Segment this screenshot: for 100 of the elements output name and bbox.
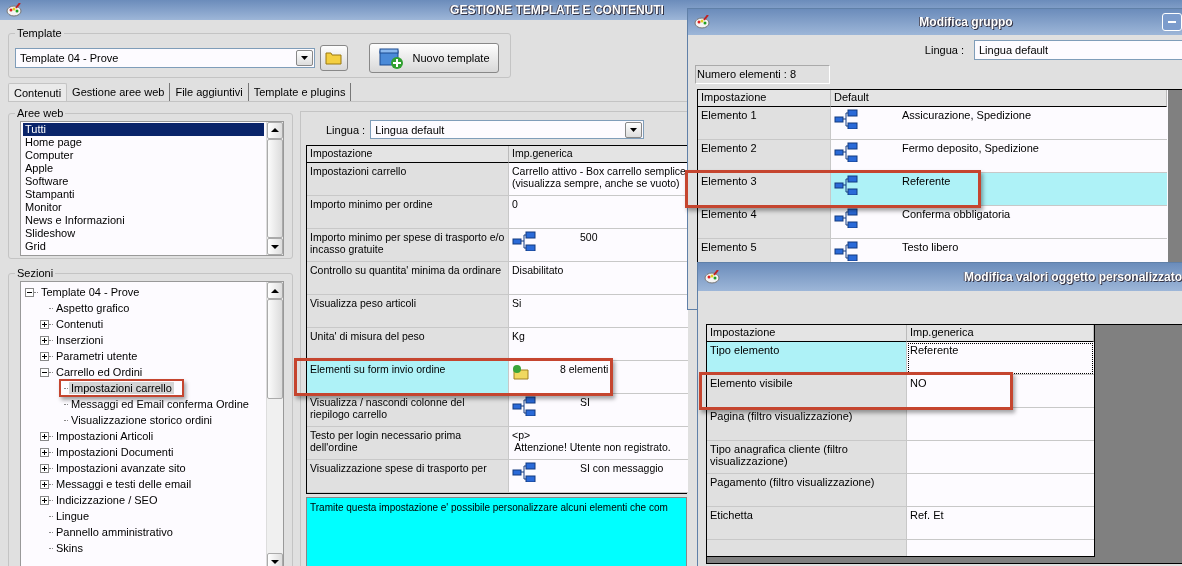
table-cell: 500: [509, 229, 688, 262]
language-dropdown[interactable]: Lingua default: [974, 40, 1182, 60]
hierarchy-icon: [834, 142, 858, 162]
table-cell: Conferma obbligatoria: [831, 206, 1167, 239]
list-item[interactable]: News e Informazioni: [23, 214, 264, 227]
tree-item[interactable]: Contenuti: [54, 318, 106, 330]
tab[interactable]: Gestione aree web: [67, 83, 171, 101]
plus-box-icon[interactable]: [40, 495, 49, 505]
tree-item[interactable]: Lingue: [54, 510, 92, 522]
list-item[interactable]: Apple: [23, 162, 264, 175]
tab[interactable]: File aggiuntivi: [170, 83, 249, 101]
tree-item[interactable]: Impostazioni carrello: [69, 382, 174, 394]
web-area-list[interactable]: Tutti Home page Computer Apple Software Stampanti Monitor News e Informazioni Slideshow Grid: [20, 121, 284, 256]
tree-item[interactable]: Inserzioni: [54, 334, 106, 346]
group-label: Sezioni: [16, 267, 55, 279]
template-dropdown[interactable]: Template 04 - Prove: [15, 48, 315, 68]
plus-box-icon[interactable]: [40, 447, 49, 457]
scroll-up-button[interactable]: [267, 122, 283, 139]
tree-item[interactable]: Aspetto grafico: [54, 302, 132, 314]
language-dropdown[interactable]: Lingua default: [370, 120, 645, 139]
table-cell: Elemento 1: [698, 107, 831, 140]
table-cell: Pagamento (filtro visualizzazione): [707, 474, 907, 507]
table-cell: Importo minimo per ordine: [307, 196, 509, 229]
table-cell: Importo minimo per spese di trasporto e/o incasso gratuite: [307, 229, 509, 262]
minus-box-icon[interactable]: [40, 367, 49, 377]
tree-item[interactable]: Messaggi e testi delle email: [54, 478, 194, 490]
tree-item[interactable]: Pannello amministrativo: [54, 526, 175, 538]
hierarchy-icon: [512, 396, 536, 416]
caret-icon: [301, 56, 308, 60]
palette-icon: [694, 15, 710, 29]
tree-item[interactable]: Template 04 - Prove: [39, 286, 142, 298]
column-header: Imp.generica: [509, 146, 688, 163]
tree-item[interactable]: Indicizzazione / SEO: [54, 494, 160, 506]
table-cell: SI: [509, 394, 688, 427]
minimize-button[interactable]: [1162, 13, 1182, 31]
scrollbar[interactable]: [266, 282, 283, 566]
hierarchy-icon: [834, 208, 858, 228]
table-cell: Elemento 4: [698, 206, 831, 239]
tree-item[interactable]: Parametri utente: [54, 350, 140, 362]
table-cell: Visualizzazione spese di trasporto per: [307, 460, 509, 493]
scroll-thumb[interactable]: [267, 299, 283, 399]
table-cell: Testo per login necessario prima dell'ordine: [307, 427, 509, 460]
table-cell: Visualizza peso articoli: [307, 295, 509, 328]
palette-icon: [6, 3, 22, 17]
table-cell: Kg: [509, 328, 688, 361]
column-header: Impostazione: [307, 146, 509, 163]
minus-box-icon[interactable]: [25, 287, 34, 297]
scroll-down-button[interactable]: [267, 553, 283, 566]
tree-item[interactable]: Visualizzazione storico ordini: [69, 414, 215, 426]
window-title: Modifica valori oggetto personalizzato: [963, 270, 1182, 284]
column-header: Imp.generica: [907, 325, 1094, 342]
tab[interactable]: Template e plugins: [248, 83, 352, 101]
hierarchy-icon: [834, 109, 858, 129]
scrollbar[interactable]: [266, 122, 283, 255]
plus-box-icon[interactable]: [40, 463, 49, 473]
hierarchy-icon: [834, 241, 858, 261]
hierarchy-icon: [512, 462, 536, 482]
table-cell: <p> Attenzione! Utente non registrato.: [509, 427, 688, 460]
open-folder-button[interactable]: [320, 45, 348, 71]
table-cell: Elemento visibile: [707, 375, 907, 408]
plus-box-icon[interactable]: [40, 319, 49, 329]
table-cell: Referente: [907, 342, 1094, 375]
window-title: GESTIONE TEMPLATE E CONTENUTI: [450, 3, 664, 17]
group-label: Template: [16, 27, 63, 39]
tree-item[interactable]: Impostazioni avanzate sito: [54, 462, 188, 474]
table-cell: Assicurazione, Spedizione: [831, 107, 1167, 140]
tree-item[interactable]: Skins: [54, 542, 85, 554]
list-item[interactable]: Computer: [23, 149, 264, 162]
scroll-up-button[interactable]: [267, 282, 283, 299]
tree-item[interactable]: Messaggi ed Email conferma Ordine: [69, 398, 251, 410]
tree-item[interactable]: Carrello ed Ordini: [54, 366, 145, 378]
scroll-thumb[interactable]: [267, 138, 283, 239]
plus-box-icon[interactable]: [40, 479, 49, 489]
hierarchy-icon: [512, 231, 536, 251]
element-count: Numero elementi : 8: [695, 65, 830, 84]
new-template-button[interactable]: Nuovo template: [369, 43, 499, 73]
list-item[interactable]: Monitor: [23, 201, 264, 214]
table-cell: Pagina (filtro visualizzazione): [707, 408, 907, 441]
folder-icon: [512, 363, 530, 381]
table-cell: Visualizza / nascondi colonne del riepilogo carrello: [307, 394, 509, 427]
field-label: Lingua :: [924, 44, 964, 56]
table-cell: Impostazioni carrello: [307, 163, 509, 196]
group-label: Aree web: [16, 107, 65, 119]
box-plus-icon: [378, 46, 405, 70]
field-label: Lingua :: [326, 123, 366, 136]
tab[interactable]: Contenuti: [8, 83, 68, 101]
plus-box-icon[interactable]: [40, 431, 49, 441]
table-cell: Elementi su form invio ordine: [307, 361, 509, 394]
list-item[interactable]: Slideshow: [23, 227, 264, 240]
list-item[interactable]: Stampanti: [23, 188, 264, 201]
list-item[interactable]: Tutti: [23, 123, 264, 136]
list-item[interactable]: Grid: [23, 240, 264, 253]
list-item[interactable]: Software: [23, 175, 264, 188]
tree-item[interactable]: Impostazioni Articoli: [54, 430, 156, 442]
plus-box-icon[interactable]: [40, 335, 49, 345]
palette-icon: [704, 270, 720, 284]
tree-item[interactable]: Impostazioni Documenti: [54, 446, 176, 458]
plus-box-icon[interactable]: [40, 351, 49, 361]
scroll-down-button[interactable]: [267, 238, 283, 255]
list-item[interactable]: Home page: [23, 136, 264, 149]
